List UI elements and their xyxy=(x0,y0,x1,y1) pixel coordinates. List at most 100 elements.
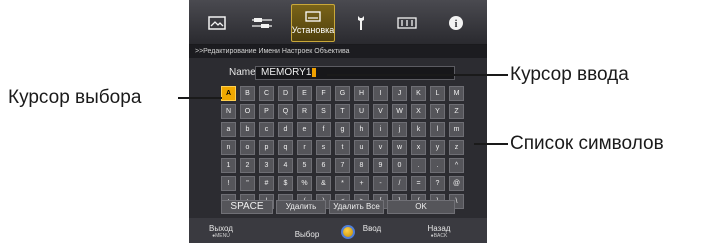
key[interactable]: h xyxy=(354,122,369,137)
footer-select: Выбор xyxy=(294,230,320,239)
key[interactable]: g xyxy=(335,122,350,137)
name-value: MEMORY1 xyxy=(261,67,312,78)
key[interactable]: a xyxy=(221,122,236,137)
key[interactable]: $ xyxy=(278,176,293,191)
key[interactable]: k xyxy=(411,122,426,137)
key[interactable]: % xyxy=(297,176,312,191)
key[interactable]: = xyxy=(411,176,426,191)
key[interactable]: + xyxy=(354,176,369,191)
key[interactable]: i xyxy=(373,122,388,137)
key[interactable]: p xyxy=(259,140,274,155)
key[interactable]: t xyxy=(335,140,350,155)
key[interactable]: # xyxy=(259,176,274,191)
key[interactable]: " xyxy=(240,176,255,191)
tab-function[interactable] xyxy=(341,8,381,38)
key[interactable]: V xyxy=(373,104,388,119)
key[interactable]: v xyxy=(373,140,388,155)
key[interactable]: O xyxy=(240,104,255,119)
key[interactable]: R xyxy=(297,104,312,119)
key[interactable]: G xyxy=(335,86,350,101)
tab-installation[interactable]: Установка xyxy=(291,4,335,42)
key[interactable]: e xyxy=(297,122,312,137)
key[interactable]: 2 xyxy=(240,158,255,173)
delete-button[interactable]: Удалить xyxy=(276,200,326,214)
menu-bar: Установка i xyxy=(189,0,487,45)
key[interactable]: 8 xyxy=(354,158,369,173)
key[interactable]: j xyxy=(392,122,407,137)
key[interactable]: 9 xyxy=(373,158,388,173)
key[interactable]: - xyxy=(373,176,388,191)
tab-information-display[interactable] xyxy=(387,8,427,38)
key[interactable]: @ xyxy=(449,176,464,191)
tab-picture-adjust[interactable] xyxy=(197,8,237,38)
tab-info[interactable]: i xyxy=(436,8,476,38)
key[interactable]: K xyxy=(411,86,426,101)
key[interactable]: d xyxy=(278,122,293,137)
key[interactable]: Y xyxy=(430,104,445,119)
key[interactable]: / xyxy=(392,176,407,191)
installation-icon xyxy=(305,11,321,22)
delete-all-button[interactable]: Удалить Все xyxy=(329,200,384,214)
key[interactable]: 6 xyxy=(316,158,331,173)
key[interactable]: P xyxy=(259,104,274,119)
key[interactable]: r xyxy=(297,140,312,155)
name-label: Name xyxy=(229,67,256,78)
key[interactable]: q xyxy=(278,140,293,155)
key[interactable]: l xyxy=(430,122,445,137)
key[interactable]: H xyxy=(354,86,369,101)
key[interactable]: L xyxy=(430,86,445,101)
key[interactable]: & xyxy=(316,176,331,191)
key[interactable]: s xyxy=(316,140,331,155)
key[interactable]: Q xyxy=(278,104,293,119)
key[interactable]: D xyxy=(278,86,293,101)
key[interactable]: . xyxy=(430,158,445,173)
key[interactable]: ! xyxy=(221,176,236,191)
key[interactable]: . xyxy=(411,158,426,173)
key[interactable]: Z xyxy=(449,104,464,119)
picture-adjust-icon xyxy=(208,16,226,30)
key[interactable]: z xyxy=(449,140,464,155)
key[interactable]: T xyxy=(335,104,350,119)
callout-line-charlist xyxy=(474,143,508,145)
key[interactable]: M xyxy=(449,86,464,101)
exit-label: Выход xyxy=(209,224,233,233)
key[interactable]: 7 xyxy=(335,158,350,173)
key[interactable]: n xyxy=(221,140,236,155)
key[interactable]: N xyxy=(221,104,236,119)
footer-back[interactable]: Назад ●BACK xyxy=(419,224,459,239)
key[interactable]: f xyxy=(316,122,331,137)
footer-guide: Выход ●MENU Выбор Ввод Назад ●BACK xyxy=(189,218,487,243)
key[interactable]: 4 xyxy=(278,158,293,173)
tab-input-signal[interactable] xyxy=(242,8,282,38)
key-selected[interactable]: A xyxy=(221,86,236,101)
key[interactable]: B xyxy=(240,86,255,101)
key[interactable]: F xyxy=(316,86,331,101)
key[interactable]: 3 xyxy=(259,158,274,173)
key[interactable]: c xyxy=(259,122,274,137)
ok-button[interactable]: OK xyxy=(387,200,455,214)
key[interactable]: C xyxy=(259,86,274,101)
key[interactable]: y xyxy=(430,140,445,155)
key[interactable]: 1 xyxy=(221,158,236,173)
key[interactable]: X xyxy=(411,104,426,119)
key[interactable]: u xyxy=(354,140,369,155)
space-button[interactable]: SPACE xyxy=(221,200,273,214)
key[interactable]: x xyxy=(411,140,426,155)
key[interactable]: w xyxy=(392,140,407,155)
key[interactable]: * xyxy=(335,176,350,191)
key[interactable]: I xyxy=(373,86,388,101)
key[interactable]: W xyxy=(392,104,407,119)
key[interactable]: J xyxy=(392,86,407,101)
name-input[interactable]: MEMORY1 xyxy=(255,66,455,80)
key[interactable]: b xyxy=(240,122,255,137)
key[interactable]: 0 xyxy=(392,158,407,173)
key[interactable]: E xyxy=(297,86,312,101)
key[interactable]: ? xyxy=(430,176,445,191)
key[interactable]: S xyxy=(316,104,331,119)
key[interactable]: m xyxy=(449,122,464,137)
key[interactable]: ^ xyxy=(449,158,464,173)
footer-exit[interactable]: Выход ●MENU xyxy=(203,224,239,239)
key[interactable]: o xyxy=(240,140,255,155)
key[interactable]: 5 xyxy=(297,158,312,173)
key[interactable]: U xyxy=(354,104,369,119)
